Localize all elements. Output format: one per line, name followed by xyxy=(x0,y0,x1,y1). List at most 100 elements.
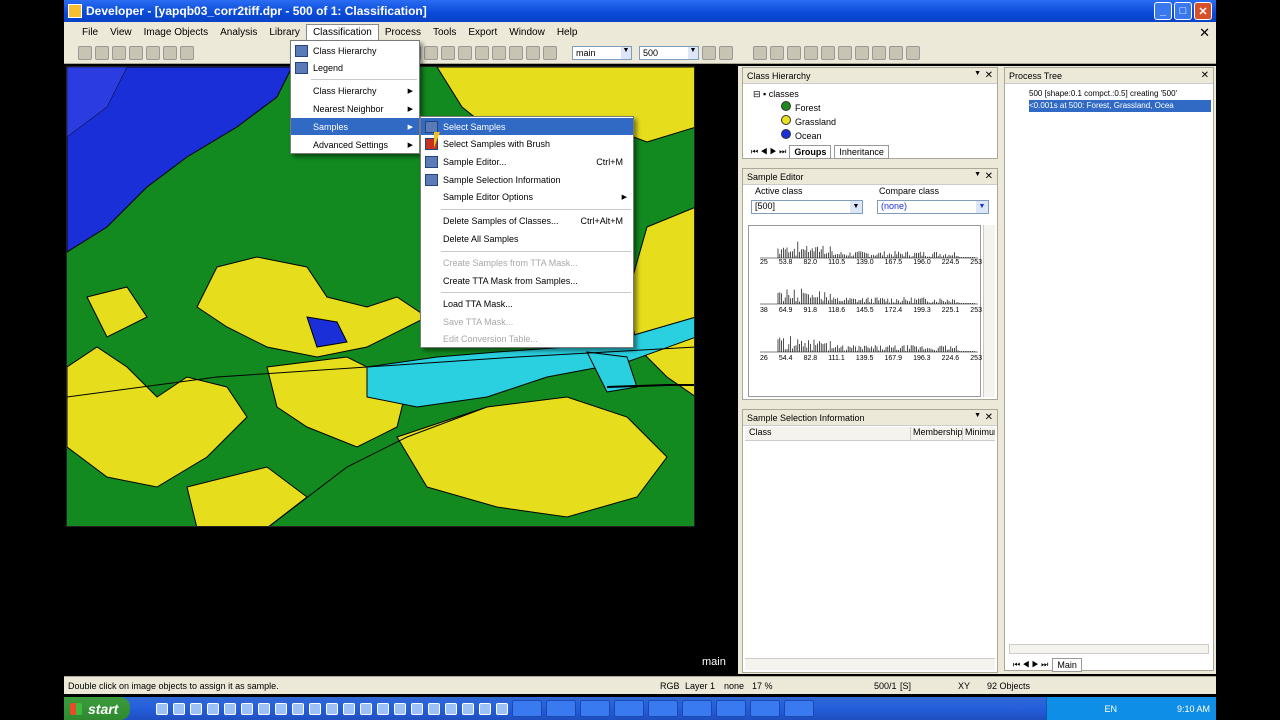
dropdown-icon[interactable]: ▼ xyxy=(974,171,981,178)
info-icon[interactable] xyxy=(770,45,784,60)
quicklaunch-icon-4[interactable] xyxy=(207,702,219,715)
nav-arrows-icon[interactable]: ⏮ ◀ ▶ ⏭ xyxy=(751,147,786,157)
close-icon[interactable]: ✕ xyxy=(985,70,993,81)
quicklaunch-icon-7[interactable] xyxy=(258,702,270,715)
menu-file[interactable]: File xyxy=(76,25,104,40)
quicklaunch-icon-15[interactable] xyxy=(394,702,406,715)
print-icon[interactable] xyxy=(129,45,143,60)
quicklaunch-icon-9[interactable] xyxy=(292,702,304,715)
quicklaunch-icon-3[interactable] xyxy=(190,702,202,715)
menu-help[interactable]: Help xyxy=(551,25,584,40)
taskbar-button-7[interactable] xyxy=(716,700,746,717)
quicklaunch-icon-21[interactable] xyxy=(496,702,508,715)
column-minimum[interactable]: Minimum xyxy=(963,427,995,440)
tree-root[interactable]: ⊟ ▪ classes xyxy=(753,88,836,101)
histogram-scrollbar[interactable] xyxy=(983,225,995,397)
taskbar-button-3[interactable] xyxy=(580,700,610,717)
dropdown-icon[interactable]: ▼ xyxy=(974,412,981,419)
new-project-icon[interactable] xyxy=(78,45,92,60)
rgb-icon[interactable] xyxy=(424,45,438,60)
menu-window[interactable]: Window xyxy=(503,25,551,40)
quicklaunch-icon-12[interactable] xyxy=(343,702,355,715)
process-item-selected[interactable]: <0.001s at 500: Forest, Grassland, Ocea xyxy=(1029,100,1211,112)
menu-item-select-samples-brush[interactable]: Select Samples with Brush xyxy=(421,135,633,152)
save-icon[interactable] xyxy=(112,45,126,60)
quicklaunch-icon-13[interactable] xyxy=(360,702,372,715)
class-item-forest[interactable]: Forest xyxy=(753,101,836,115)
pan-icon[interactable] xyxy=(475,45,489,60)
horizontal-scrollbar[interactable] xyxy=(745,658,995,670)
quicklaunch-icon-11[interactable] xyxy=(326,702,338,715)
menu-tools[interactable]: Tools xyxy=(427,25,462,40)
taskbar-button-9[interactable] xyxy=(784,700,814,717)
tool-e-icon[interactable] xyxy=(889,45,903,60)
level-select[interactable]: 500 ▼ xyxy=(639,45,699,60)
language-indicator[interactable]: EN xyxy=(1104,704,1117,714)
compare-class-select[interactable]: (none) ▼ xyxy=(877,200,989,214)
level-down-icon[interactable] xyxy=(702,45,716,60)
quicklaunch-icon-18[interactable] xyxy=(445,702,457,715)
menu-item-delete-all-samples[interactable]: Delete All Samples xyxy=(421,230,633,247)
menu-analysis[interactable]: Analysis xyxy=(214,25,263,40)
menu-item-load-tta-mask[interactable]: Load TTA Mask... xyxy=(421,295,633,312)
class-item-ocean[interactable]: Ocean xyxy=(753,129,836,143)
tool-f-icon[interactable] xyxy=(906,45,920,60)
menu-image-objects[interactable]: Image Objects xyxy=(138,25,214,40)
column-class[interactable]: Class xyxy=(745,427,911,440)
stop-icon[interactable] xyxy=(787,45,801,60)
mdi-close-icon[interactable]: ✕ xyxy=(1199,25,1210,41)
class-item-grassland[interactable]: Grassland xyxy=(753,115,836,129)
menu-library[interactable]: Library xyxy=(263,25,306,40)
menu-view[interactable]: View xyxy=(104,25,138,40)
pointer-icon[interactable] xyxy=(458,45,472,60)
menu-item-nearest-neighbor[interactable]: Nearest Neighbor ▶ xyxy=(291,100,419,117)
taskbar-button-1[interactable] xyxy=(512,700,542,717)
menu-item-samples[interactable]: Samples ▶ xyxy=(291,118,419,135)
menu-item-sample-editor[interactable]: Sample Editor... Ctrl+M xyxy=(421,153,633,170)
quicklaunch-icon-16[interactable] xyxy=(411,702,423,715)
process-item[interactable]: 500 [shape:0.1 compct.:0.5] creating '50… xyxy=(1029,88,1211,100)
select-icon[interactable] xyxy=(180,45,194,60)
quicklaunch-ie-icon[interactable] xyxy=(156,702,168,715)
tool-d-icon[interactable] xyxy=(872,45,886,60)
tab-inheritance[interactable]: Inheritance xyxy=(834,145,889,159)
grid-icon[interactable] xyxy=(804,45,818,60)
minimize-button[interactable]: _ xyxy=(1154,2,1172,20)
quicklaunch-icon-5[interactable] xyxy=(224,702,236,715)
start-button[interactable]: start xyxy=(64,697,130,720)
menu-item-select-samples[interactable]: Select Samples xyxy=(421,118,633,135)
maximize-button[interactable]: □ xyxy=(1174,2,1192,20)
view-select[interactable]: main ▼ xyxy=(572,45,632,60)
tab-main[interactable]: Main xyxy=(1052,658,1082,672)
window-icon[interactable] xyxy=(753,45,767,60)
tool-c-icon[interactable] xyxy=(855,45,869,60)
undo-icon[interactable] xyxy=(146,45,160,60)
open-icon[interactable] xyxy=(95,45,109,60)
quicklaunch-icon-2[interactable] xyxy=(173,702,185,715)
active-class-select[interactable]: [500] ▼ xyxy=(751,200,863,214)
quicklaunch-icon-6[interactable] xyxy=(241,702,253,715)
close-icon[interactable]: ✕ xyxy=(1201,70,1209,81)
tool-a-icon[interactable] xyxy=(821,45,835,60)
menu-classification[interactable]: Classification xyxy=(305,23,379,41)
menu-item-legend[interactable]: Legend xyxy=(291,59,419,76)
dropdown-icon[interactable]: ▼ xyxy=(974,70,981,77)
menu-item-create-tta-mask[interactable]: Create TTA Mask from Samples... xyxy=(421,272,633,289)
close-icon[interactable]: ✕ xyxy=(985,412,993,423)
quicklaunch-icon-14[interactable] xyxy=(377,702,389,715)
menu-item-class-hierarchy[interactable]: Class Hierarchy xyxy=(291,42,419,59)
taskbar-button-8[interactable] xyxy=(750,700,780,717)
quicklaunch-icon-17[interactable] xyxy=(428,702,440,715)
quicklaunch-icon-19[interactable] xyxy=(462,702,474,715)
zoom-out-icon[interactable] xyxy=(509,45,523,60)
menu-export[interactable]: Export xyxy=(462,25,503,40)
redo-icon[interactable] xyxy=(163,45,177,60)
outline-icon[interactable] xyxy=(441,45,455,60)
menu-item-advanced-settings[interactable]: Advanced Settings ▶ xyxy=(291,136,419,153)
zoom-icon[interactable] xyxy=(492,45,506,60)
taskbar-button-2[interactable] xyxy=(546,700,576,717)
nav-arrows-icon[interactable]: ⏮ ◀ ▶ ⏭ xyxy=(1013,660,1048,670)
close-button[interactable]: ✕ xyxy=(1194,2,1212,20)
taskbar-button-5[interactable] xyxy=(648,700,678,717)
menu-item-sample-selection-info[interactable]: Sample Selection Information xyxy=(421,171,633,188)
